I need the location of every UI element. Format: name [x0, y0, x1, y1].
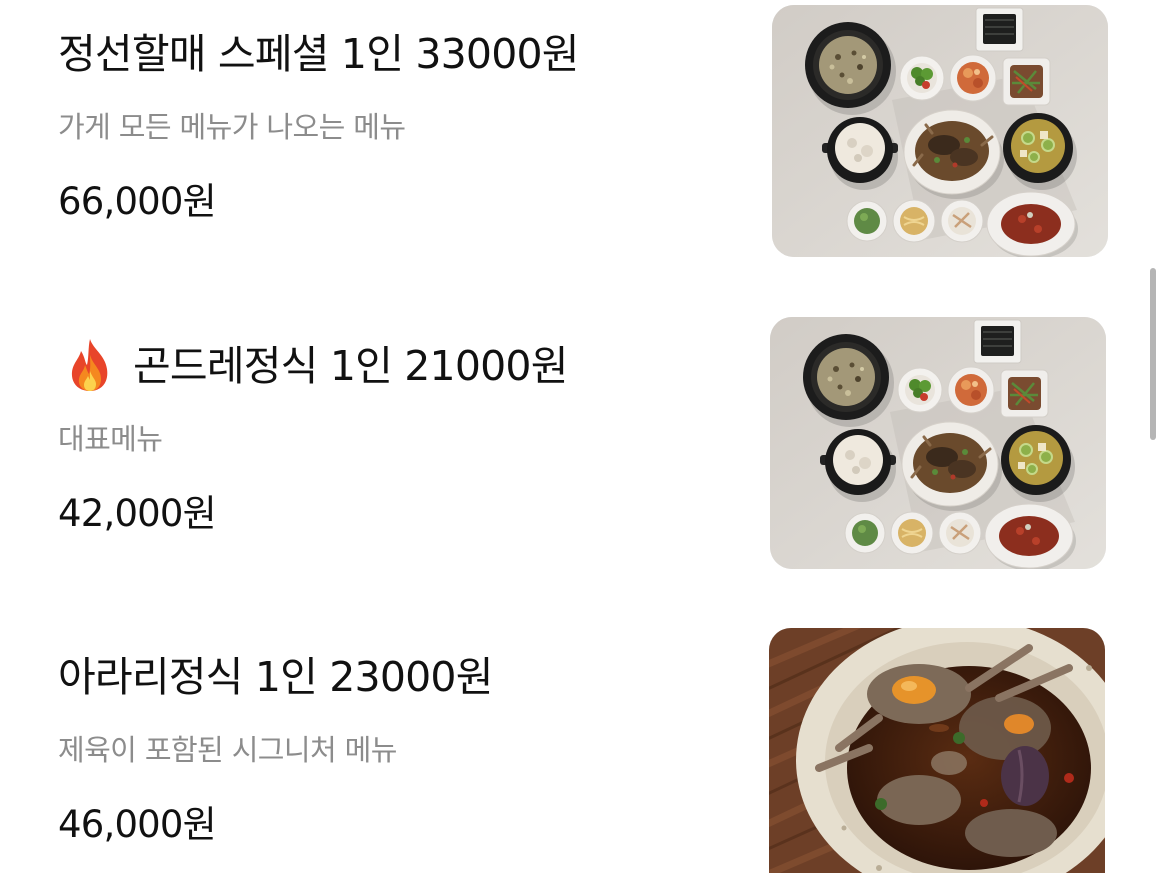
menu-item-price: 46,000원 [58, 803, 217, 846]
menu-item-title: 아라리정식 1인 23000원 [58, 653, 493, 701]
menu-item-photo[interactable] [770, 317, 1106, 569]
menu-item-description: 제육이 포함된 시그니처 메뉴 [58, 733, 397, 767]
menu-item[interactable]: 곤드레정식 1인 21000원 대표메뉴 42,000원 [0, 312, 1140, 624]
menu-item-title: 곤드레정식 1인 21000원 [133, 342, 568, 390]
menu-item-photo[interactable] [769, 628, 1105, 873]
menu-item-description: 가게 모든 메뉴가 나오는 메뉴 [58, 110, 406, 144]
menu-list: 정선할매 스페셜 1인 33000원 가게 모든 메뉴가 나오는 메뉴 66,0… [0, 0, 1164, 873]
menu-item[interactable]: 아라리정식 1인 23000원 제육이 포함된 시그니처 메뉴 46,000원 [0, 623, 1140, 873]
menu-item-price: 42,000원 [58, 492, 217, 535]
menu-item-description: 대표메뉴 [58, 422, 163, 456]
menu-item[interactable]: 정선할매 스페셜 1인 33000원 가게 모든 메뉴가 나오는 메뉴 66,0… [0, 0, 1140, 312]
food-photo [772, 5, 1108, 257]
menu-item-title: 정선할매 스페셜 1인 33000원 [58, 30, 580, 78]
fire-icon [63, 337, 117, 393]
menu-item-price: 66,000원 [58, 180, 217, 223]
scrollbar[interactable] [1150, 268, 1156, 440]
food-photo [770, 317, 1106, 569]
food-photo [769, 628, 1105, 873]
menu-item-photo[interactable] [772, 5, 1108, 257]
